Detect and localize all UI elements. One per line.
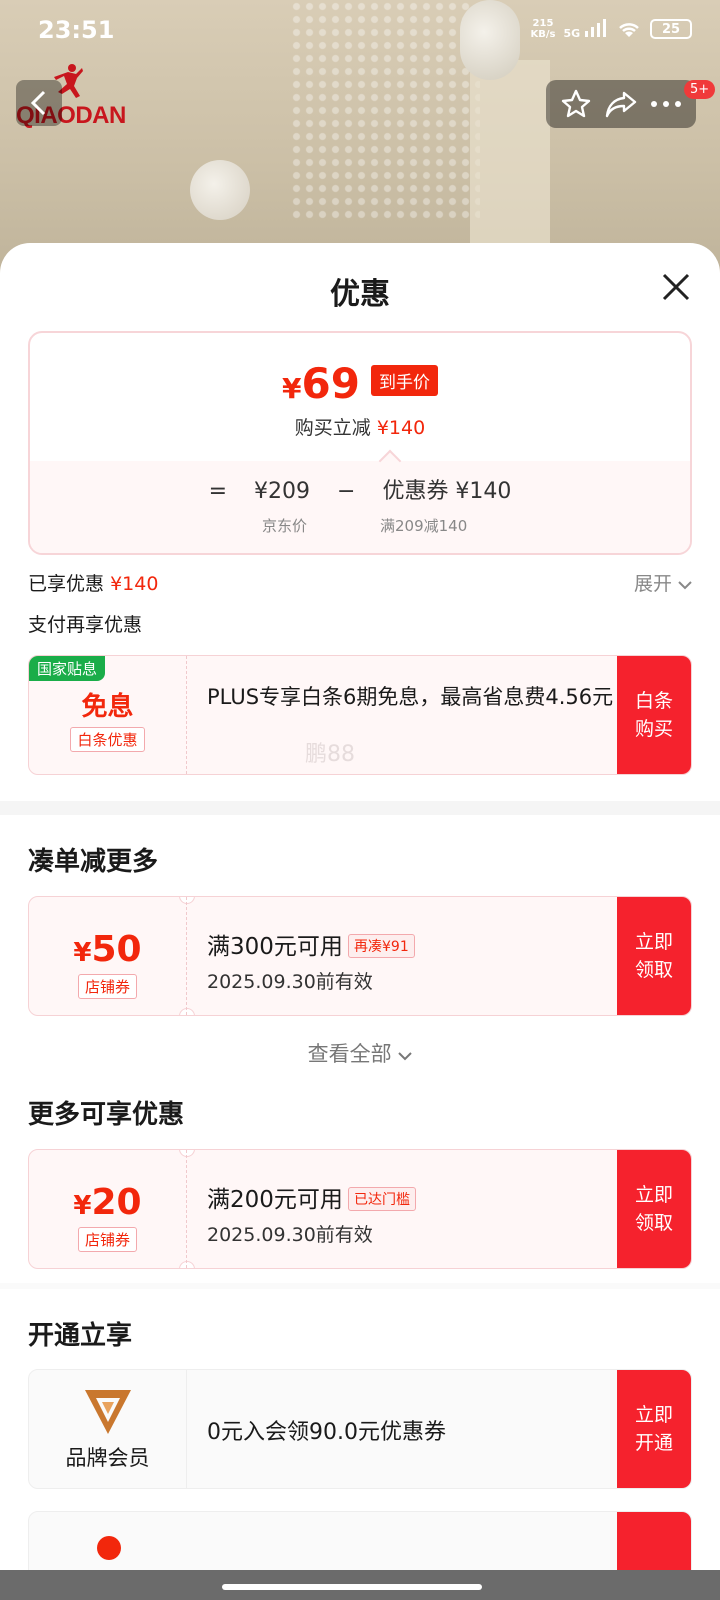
baitiao-title: 免息 (81, 692, 134, 722)
see-all-button[interactable]: 查看全部 (0, 1038, 720, 1068)
jd-price: ¥209 (254, 479, 310, 504)
watermark-text: 鹏88 (305, 742, 355, 767)
section-separator (0, 801, 720, 815)
coupon-info: 满200元可用 已达门槛 2025.09.30前有效 (207, 1150, 615, 1268)
coupon-type-chip: 店铺券 (77, 1227, 137, 1252)
final-price-value: 69 (301, 359, 360, 408)
baitiao-chip: 白条优惠 (70, 727, 145, 752)
section-title-combine: 凑单减更多 (28, 847, 159, 877)
claim-coupon-button[interactable]: 立即领取 (617, 1150, 691, 1268)
header-actions (546, 80, 696, 128)
pay-more-row: 支付再享优惠 (28, 614, 143, 636)
signal-label: 5G (563, 26, 581, 40)
coupon-validity: 2025.09.30前有效 (207, 971, 373, 993)
reduce-label: 购买立减 (294, 417, 371, 439)
section-title-more: 更多可享优惠 (28, 1100, 185, 1130)
jd-price-label: 京东价 (262, 517, 308, 535)
close-icon[interactable] (660, 271, 692, 303)
coupon-amount: ¥50 (29, 929, 186, 970)
back-arrow-icon (30, 90, 46, 116)
coupon-left: ¥50 店铺券 (29, 897, 187, 1015)
gov-subsidy-badge: 国家贴息 (29, 656, 106, 681)
see-all-label: 查看全部 (307, 1042, 392, 1066)
coupon-value: 50 (91, 929, 142, 970)
net-speed-value: 215 (532, 18, 554, 29)
back-button[interactable] (16, 80, 62, 126)
store-coupon-20: ¥20 店铺券 满200元可用 已达门槛 2025.09.30前有效 立即领取 (28, 1149, 692, 1269)
chevron-down-icon (398, 1052, 413, 1061)
coupon-condition: 满300元可用 (207, 934, 343, 960)
status-bar: 23:51 215 KB/s 5G 25 (0, 0, 720, 64)
formula-equals: = (208, 479, 227, 504)
favorite-star-icon[interactable] (560, 88, 592, 120)
wifi-icon (619, 23, 639, 37)
coupon-left: ¥20 店铺券 (29, 1150, 187, 1268)
final-price: ¥69 到手价 (30, 359, 690, 408)
home-indicator[interactable] (222, 1584, 482, 1590)
expand-label: 展开 (633, 573, 672, 595)
signal-icon: 5G (563, 18, 608, 40)
ball-shape (190, 160, 250, 220)
partial-icon (97, 1536, 121, 1560)
coupon-amount: 优惠券 ¥140 (382, 479, 512, 504)
message-count-badge: 5+ (684, 80, 716, 99)
net-speed: 215 KB/s (530, 18, 555, 40)
brand-member-v-icon (84, 1390, 131, 1434)
section-separator (0, 1283, 720, 1289)
baitiao-card[interactable]: 免息 白条优惠 国家贴息 PLUS专享白条6期免息，最高省息费4.56元 鹏88… (28, 655, 692, 775)
net-speed-unit: KB/s (530, 29, 556, 40)
coupon-rule: 满209减140 (380, 517, 468, 535)
enjoyed-label: 已享优惠 (28, 573, 105, 595)
share-icon[interactable] (604, 89, 638, 119)
coupon-tag: 已达门槛 (348, 1187, 416, 1211)
coupon-value: 20 (91, 1182, 142, 1223)
status-time: 23:51 (38, 16, 115, 44)
coupon-amount: ¥20 (29, 1182, 186, 1223)
final-price-yen: ¥ (281, 372, 302, 405)
status-right: 215 KB/s 5G 25 (530, 18, 692, 40)
formula-minus: − (337, 479, 356, 504)
price-formula: = ¥209 − 优惠券 ¥140 (30, 473, 690, 505)
price-breakdown-card: ¥69 到手价 购买立减 ¥140 = ¥209 − 优惠券 ¥140 京东价 … (28, 331, 692, 555)
member-desc: 0元入会领90.0元优惠券 (207, 1420, 446, 1445)
more-dots-icon[interactable] (650, 99, 682, 109)
brand-member-card: 品牌会员 0元入会领90.0元优惠券 立即开通 (28, 1369, 692, 1489)
expand-button[interactable]: 展开 (634, 569, 692, 596)
chevron-down-icon (678, 581, 692, 590)
baitiao-buy-button[interactable]: 白条购买 (617, 656, 691, 774)
member-left: 品牌会员 (29, 1370, 187, 1488)
battery-icon: 25 (650, 19, 692, 39)
coupon-condition: 满200元可用 (207, 1187, 343, 1213)
coupon-info: 满300元可用 再凑¥91 2025.09.30前有效 (207, 897, 615, 1015)
enjoyed-value: ¥140 (110, 573, 159, 595)
reduce-value: ¥140 (376, 417, 426, 439)
discount-sheet: 优惠 ¥69 到手价 购买立减 ¥140 = ¥209 − 优惠券 ¥140 京… (0, 243, 720, 1600)
coupon-type-chip: 店铺券 (77, 974, 137, 999)
coupon-yen: ¥ (73, 1191, 92, 1221)
section-title-open: 开通立享 (28, 1321, 133, 1351)
sheet-title: 优惠 (330, 277, 390, 312)
claim-coupon-button[interactable]: 立即领取 (617, 897, 691, 1015)
coupon-yen: ¥ (73, 938, 92, 968)
coupon-validity: 2025.09.30前有效 (207, 1224, 373, 1246)
baitiao-desc: PLUS专享白条6期免息，最高省息费4.56元 (207, 685, 614, 709)
store-coupon-50: ¥50 店铺券 满300元可用 再凑¥91 2025.09.30前有效 立即领取 (28, 896, 692, 1016)
member-name: 品牌会员 (65, 1446, 150, 1470)
open-member-button[interactable]: 立即开通 (617, 1370, 691, 1488)
final-price-tag: 到手价 (371, 365, 439, 396)
enjoyed-row: 已享优惠 ¥140 展开 (28, 569, 692, 596)
coupon-tag: 再凑¥91 (348, 934, 415, 958)
reduce-line: 购买立减 ¥140 (30, 413, 690, 440)
